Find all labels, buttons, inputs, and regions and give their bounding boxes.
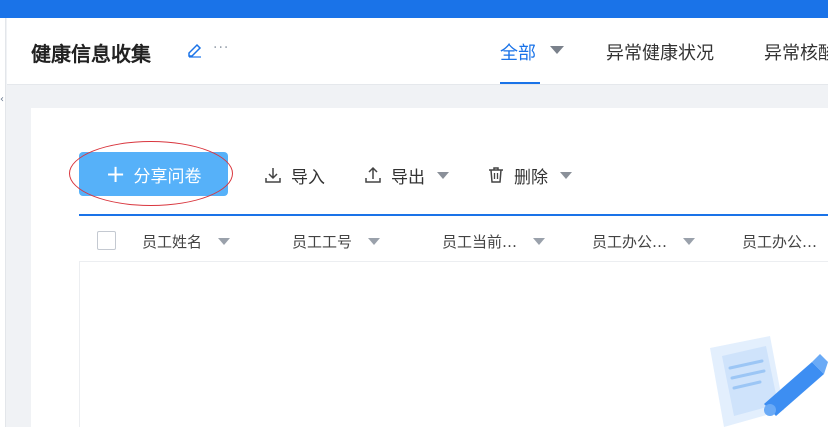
tab-abnormal-nucleic-acid-label: 异常核酸 <box>764 43 828 64</box>
chevron-down-icon[interactable] <box>550 46 564 54</box>
page-title: 健康信息收集 <box>31 42 151 66</box>
edit-icon[interactable] <box>187 42 203 58</box>
delete-label: 删除 <box>514 167 548 188</box>
share-questionnaire-label: 分享问卷 <box>133 166 202 187</box>
column-header-employee-id[interactable]: 员工工号 <box>292 231 381 252</box>
column-label: 员工办公… <box>742 233 818 251</box>
column-header-employee-office-1[interactable]: 员工办公… <box>592 231 696 252</box>
column-header-employee-name[interactable]: 员工姓名 <box>142 231 231 252</box>
delete-button[interactable]: 删除 <box>486 163 572 188</box>
column-label: 员工办公… <box>592 233 668 251</box>
tab-abnormal-health[interactable]: 异常健康状况 <box>606 39 714 65</box>
tab-abnormal-health-label: 异常健康状况 <box>606 43 714 64</box>
page-header: 健康信息收集 ··· 全部 异常健康状况 异常核酸 <box>7 18 828 85</box>
table-header: 员工姓名 员工工号 员工当前… 员工办公… 员工办公… <box>79 214 828 262</box>
left-sidebar-rail: ‹ <box>0 18 6 427</box>
import-button[interactable]: 导入 <box>263 163 325 188</box>
empty-document-illustration <box>710 336 828 427</box>
tab-all[interactable]: 全部 <box>500 39 536 65</box>
tab-abnormal-nucleic-acid[interactable]: 异常核酸 <box>764 39 828 65</box>
column-label: 员工工号 <box>292 233 353 251</box>
chevron-down-icon <box>560 171 572 179</box>
export-button[interactable]: 导出 <box>363 163 449 188</box>
sort-caret-icon[interactable] <box>683 238 696 245</box>
more-icon[interactable]: ··· <box>213 40 229 56</box>
trash-icon <box>489 167 503 183</box>
plus-icon: + <box>105 160 126 188</box>
sort-caret-icon[interactable] <box>533 238 546 245</box>
sort-caret-icon[interactable] <box>368 238 381 245</box>
download-icon <box>265 168 281 183</box>
import-label: 导入 <box>291 167 325 188</box>
column-header-employee-office-2[interactable]: 员工办公… <box>742 231 817 252</box>
upload-icon <box>365 166 381 183</box>
export-label: 导出 <box>391 167 425 188</box>
tab-all-label: 全部 <box>500 43 536 64</box>
column-header-employee-current[interactable]: 员工当前… <box>442 231 546 252</box>
column-label: 员工姓名 <box>142 233 203 251</box>
share-questionnaire-button[interactable]: + 分享问卷 <box>79 152 228 196</box>
top-app-bar <box>0 0 828 18</box>
select-all-checkbox[interactable] <box>97 231 116 250</box>
column-label: 员工当前… <box>442 233 518 251</box>
chevron-down-icon <box>437 171 449 179</box>
active-tab-indicator <box>500 82 540 84</box>
chevron-left-icon[interactable]: ‹ <box>0 90 6 110</box>
sort-caret-icon[interactable] <box>218 238 231 245</box>
table-body-border <box>79 262 80 427</box>
